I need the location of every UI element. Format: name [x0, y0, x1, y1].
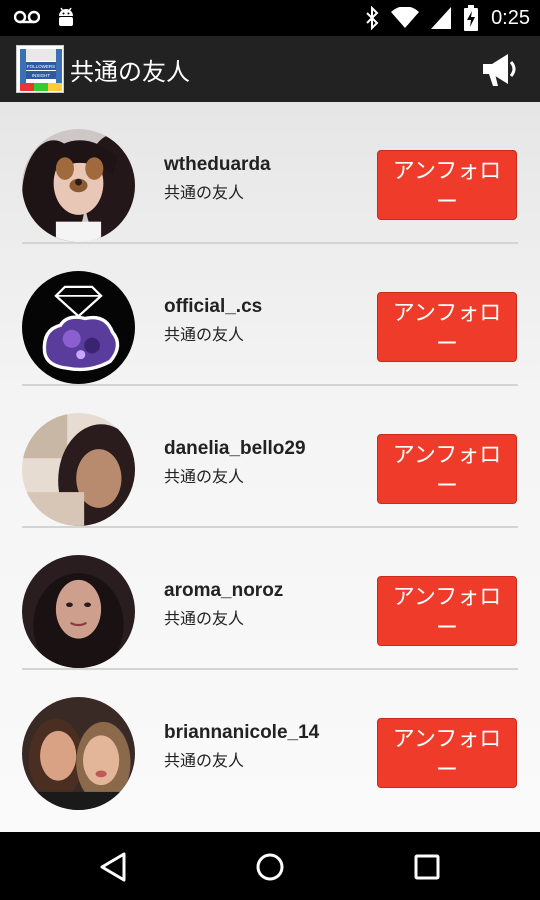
megaphone-icon[interactable]	[480, 50, 520, 90]
navigation-bar	[0, 832, 540, 900]
list-item: briannanicole_14 共通の友人 アンフォロー	[0, 670, 540, 812]
friend-username[interactable]: briannanicole_14	[164, 722, 319, 744]
friend-subtitle: 共通の友人	[164, 609, 245, 628]
battery-charging-icon	[464, 5, 479, 31]
avatar-photo	[22, 271, 135, 384]
home-icon[interactable]	[253, 850, 287, 884]
friend-subtitle: 共通の友人	[164, 325, 245, 344]
friend-username[interactable]: official_.cs	[164, 296, 262, 318]
avatar[interactable]	[22, 271, 135, 384]
list-item: aroma_noroz 共通の友人 アンフォロー	[0, 528, 540, 670]
friend-username[interactable]: wtheduarda	[164, 154, 271, 176]
back-icon[interactable]	[96, 850, 130, 884]
svg-text:FOLLOWERS: FOLLOWERS	[27, 64, 55, 69]
avatar-photo	[22, 129, 135, 242]
unfollow-button[interactable]: アンフォロー	[377, 292, 517, 362]
clock: 0:25	[491, 6, 530, 29]
unfollow-button[interactable]: アンフォロー	[377, 150, 517, 220]
unfollow-button[interactable]: アンフォロー	[377, 434, 517, 504]
signal-icon	[431, 7, 452, 29]
avatar[interactable]	[22, 697, 135, 810]
avatar[interactable]	[22, 555, 135, 668]
app-bar: FOLLOWERS INSIGHT 共通の友人	[0, 36, 540, 102]
voicemail-icon	[14, 10, 40, 24]
svg-text:INSIGHT: INSIGHT	[32, 73, 51, 78]
recents-icon[interactable]	[410, 850, 444, 884]
avatar[interactable]	[22, 129, 135, 242]
list-item: danelia_bello29 共通の友人 アンフォロー	[0, 386, 540, 528]
friend-username[interactable]: aroma_noroz	[164, 580, 283, 602]
friend-subtitle: 共通の友人	[164, 183, 245, 202]
list-item: wtheduarda 共通の友人 アンフォロー	[0, 102, 540, 244]
wifi-icon	[391, 7, 420, 28]
unfollow-button[interactable]: アンフォロー	[377, 576, 517, 646]
followers-insight-logo-icon: FOLLOWERS INSIGHT	[17, 46, 63, 92]
android-icon	[59, 7, 73, 26]
avatar-photo	[22, 697, 135, 810]
avatar-photo	[22, 555, 135, 668]
status-bar: 0:25	[0, 0, 540, 36]
friend-username[interactable]: danelia_bello29	[164, 438, 306, 460]
unfollow-button[interactable]: アンフォロー	[377, 718, 517, 788]
mutual-friends-list: wtheduarda 共通の友人 アンフォロー official_.cs 共通の…	[0, 102, 540, 832]
list-item: official_.cs 共通の友人 アンフォロー	[0, 244, 540, 386]
avatar[interactable]	[22, 413, 135, 526]
avatar-photo	[22, 413, 135, 526]
app-logo[interactable]: FOLLOWERS INSIGHT	[16, 45, 64, 93]
bluetooth-icon	[366, 6, 379, 30]
friend-subtitle: 共通の友人	[164, 751, 245, 770]
page-title: 共通の友人	[70, 58, 190, 86]
friend-subtitle: 共通の友人	[164, 467, 245, 486]
